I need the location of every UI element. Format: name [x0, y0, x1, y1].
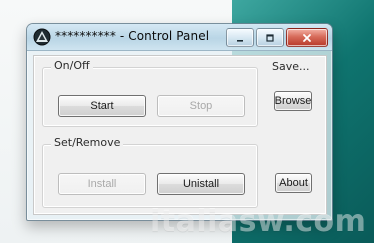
onoff-group: On/Off Start Stop [42, 59, 258, 127]
browse-button[interactable]: Browse [274, 91, 312, 111]
watermark-text: italiasw.com [150, 204, 367, 239]
about-button[interactable]: About [275, 173, 312, 193]
control-panel-window: ********** - Control Panel On/Off Start … [26, 23, 333, 221]
close-icon [303, 33, 311, 42]
titlebar[interactable]: ********** - Control Panel [27, 24, 332, 51]
stop-button[interactable]: Stop [157, 95, 245, 117]
uninstall-button[interactable]: Unistall [157, 173, 245, 195]
install-button[interactable]: Install [58, 173, 146, 195]
maximize-button[interactable] [256, 28, 284, 47]
window-title: ********** - Control Panel [55, 29, 210, 43]
setremove-group: Set/Remove Install Unistall [42, 136, 258, 208]
window-controls [226, 28, 328, 47]
minimize-icon [237, 39, 243, 42]
start-button[interactable]: Start [58, 95, 146, 117]
onoff-group-label: On/Off [51, 59, 93, 72]
client-area: On/Off Start Stop Set/Remove Install Uni… [33, 55, 327, 215]
close-button[interactable] [286, 28, 328, 47]
setremove-group-label: Set/Remove [51, 136, 124, 149]
minimize-button[interactable] [226, 28, 254, 47]
app-icon [33, 28, 51, 46]
save-label: Save... [272, 60, 310, 73]
maximize-icon [266, 33, 274, 42]
